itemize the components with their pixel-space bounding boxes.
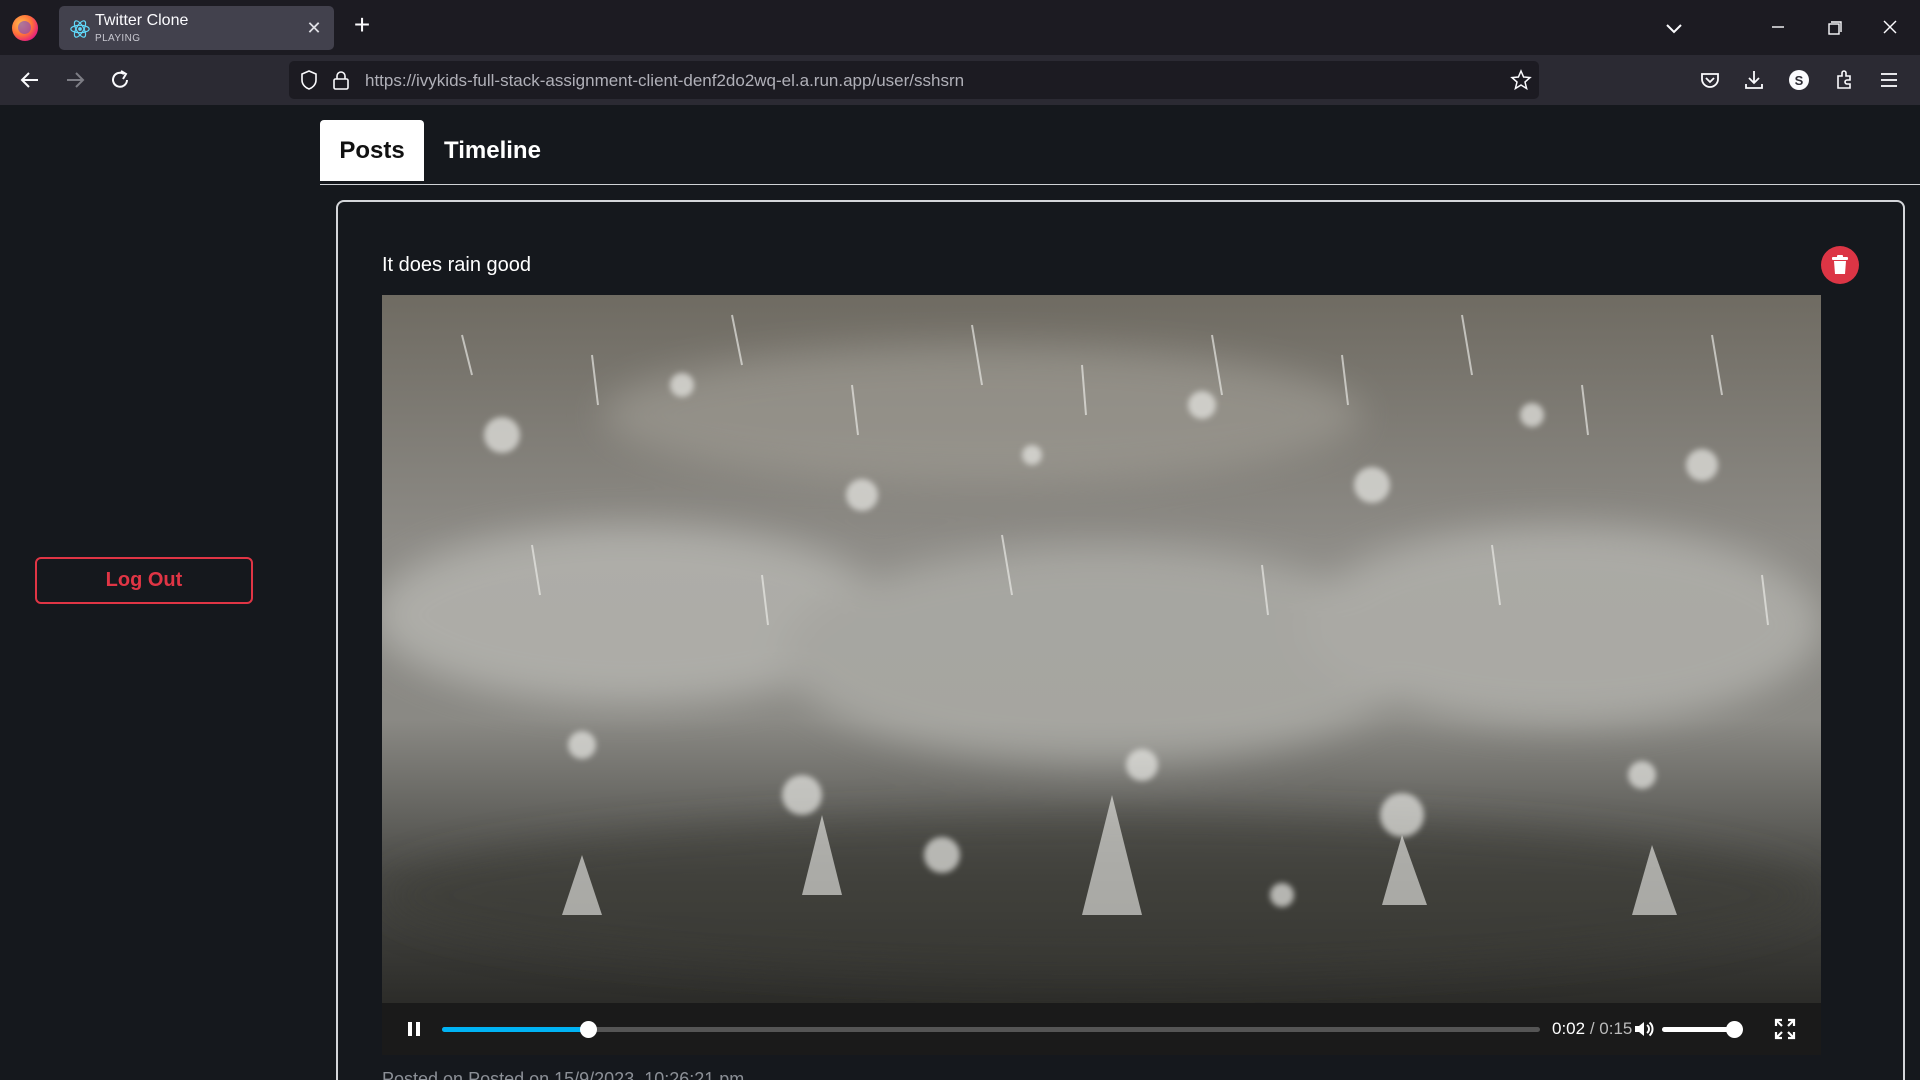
video-progress-bar[interactable] (442, 1021, 1540, 1038)
firefox-logo-icon[interactable] (12, 15, 38, 41)
post-timestamp: Posted on Posted on 15/9/2023, 10:26:21 … (382, 1069, 745, 1080)
trash-icon (1832, 255, 1848, 274)
logout-button[interactable]: Log Out (35, 557, 253, 604)
browser-nav-bar: https://ivykids-full-stack-assignment-cl… (0, 55, 1920, 105)
download-icon[interactable] (1741, 67, 1767, 93)
forward-arrow-icon[interactable] (62, 67, 88, 93)
browser-tab-active[interactable]: Twitter Clone PLAYING ✕ (59, 6, 334, 50)
video-time: 0:02 / 0:15 (1552, 1019, 1632, 1039)
pocket-icon[interactable] (1697, 67, 1723, 93)
post-text: It does rain good (382, 254, 531, 276)
window-close-icon[interactable] (1872, 10, 1908, 44)
url-path: /user/sshsrn (871, 71, 965, 90)
shield-icon[interactable] (298, 69, 320, 91)
tab-playing-status: PLAYING (95, 33, 141, 44)
tab-title: Twitter Clone (95, 12, 189, 29)
lock-icon[interactable] (331, 69, 351, 91)
volume-fill (1662, 1027, 1734, 1032)
tab-timeline[interactable]: Timeline (444, 120, 541, 181)
url-bar[interactable]: https://ivykids-full-stack-assignment-cl… (289, 61, 1539, 99)
plus-icon[interactable]: + (348, 11, 376, 40)
svg-text:S: S (1795, 73, 1804, 88)
video-progress-handle[interactable] (580, 1021, 598, 1038)
chevron-down-icon[interactable] (1660, 14, 1688, 42)
react-icon (70, 20, 90, 38)
page-content: Log Out Posts Timeline It does rain good (0, 105, 1920, 1080)
reload-icon[interactable] (107, 67, 133, 93)
back-arrow-icon[interactable] (17, 67, 43, 93)
fullscreen-icon[interactable] (1774, 1018, 1796, 1040)
close-icon[interactable]: ✕ (304, 18, 324, 38)
volume-slider[interactable] (1662, 1021, 1743, 1038)
video-progress-fill (442, 1027, 589, 1032)
account-icon[interactable]: S (1786, 67, 1812, 93)
extensions-icon[interactable] (1832, 67, 1858, 93)
video-player[interactable]: 0:02 / 0:15 (382, 295, 1821, 1055)
url-host: https://ivykids-full-stack-assignment-cl… (365, 71, 872, 90)
restore-icon[interactable] (1816, 10, 1852, 44)
volume-icon[interactable] (1632, 1017, 1656, 1041)
pause-icon[interactable] (404, 1019, 424, 1039)
video-frame-rain[interactable] (382, 295, 1821, 1003)
url-text: https://ivykids-full-stack-assignment-cl… (365, 71, 964, 91)
star-icon[interactable] (1510, 69, 1532, 91)
video-total-time: 0:15 (1599, 1019, 1633, 1038)
browser-tab-bar: Twitter Clone PLAYING ✕ + (0, 0, 1920, 55)
minimize-icon[interactable] (1760, 10, 1796, 44)
profile-tabs: Posts Timeline (320, 120, 1920, 185)
video-time-separator: / (1589, 1019, 1595, 1038)
video-controls: 0:02 / 0:15 (382, 1003, 1821, 1055)
volume-handle[interactable] (1726, 1021, 1743, 1038)
delete-post-button[interactable] (1821, 246, 1859, 284)
video-current-time: 0:02 (1552, 1019, 1586, 1038)
tab-posts[interactable]: Posts (320, 120, 424, 181)
menu-icon[interactable] (1876, 67, 1902, 93)
post-card: It does rain good 0:02 / 0:15 Posted on … (336, 200, 1905, 1080)
